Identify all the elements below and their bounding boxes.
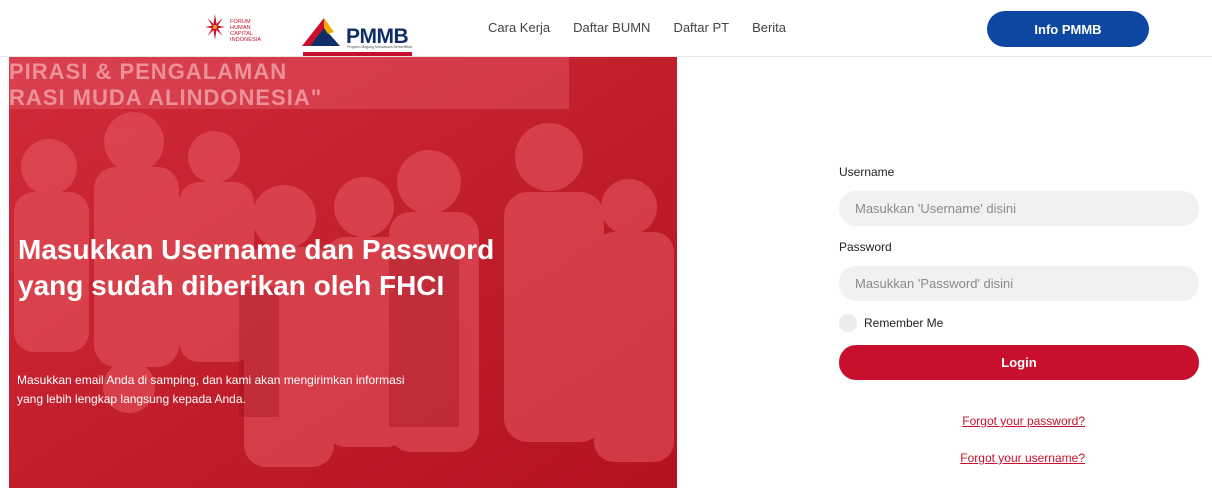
hero-banner-text-2: RASI MUDA ALINDONESIA" bbox=[9, 85, 323, 110]
recovery-links: Forgot your password? Forgot your userna… bbox=[839, 414, 1199, 465]
nav-cara-kerja[interactable]: Cara Kerja bbox=[488, 20, 550, 35]
nav-berita[interactable]: Berita bbox=[752, 20, 786, 35]
forgot-username-link[interactable]: Forgot your username? bbox=[839, 451, 1085, 465]
remember-me-checkbox[interactable] bbox=[839, 314, 857, 332]
fhci-logo[interactable]: FORUM HUMAN CAPITAL INDONESIA bbox=[202, 10, 270, 44]
remember-me[interactable]: Remember Me bbox=[839, 314, 1199, 332]
fhci-logo-text: FORUM HUMAN CAPITAL INDONESIA bbox=[230, 19, 262, 43]
nav-daftar-bumn[interactable]: Daftar BUMN bbox=[573, 20, 650, 35]
fhci-logo-icon bbox=[205, 14, 225, 40]
pmmb-logo-icon bbox=[302, 18, 340, 46]
login-button[interactable]: Login bbox=[839, 345, 1199, 380]
password-label: Password bbox=[839, 240, 892, 254]
hero-description: Masukkan email Anda di samping, dan kami… bbox=[17, 373, 405, 406]
nav-daftar-pt[interactable]: Daftar PT bbox=[673, 20, 729, 35]
username-input[interactable] bbox=[839, 191, 1199, 226]
hero-banner-text-1: PIRASI & PENGALAMAN bbox=[9, 59, 288, 84]
hero-banner: PIRASI & PENGALAMAN RASI MUDA ALINDONESI… bbox=[9, 57, 677, 488]
active-logo-underline bbox=[303, 52, 412, 56]
username-label: Username bbox=[839, 165, 895, 179]
pmmb-logo-subtitle: Program Magang Mahasiswa Bersertifikat bbox=[347, 45, 412, 49]
hero-title: Masukkan Username dan Password yang suda… bbox=[18, 234, 495, 301]
pmmb-logo[interactable]: PMMB Program Magang Mahasiswa Bersertifi… bbox=[300, 12, 412, 49]
top-navbar: FORUM HUMAN CAPITAL INDONESIA PMMB Progr… bbox=[0, 0, 1212, 57]
password-input[interactable] bbox=[839, 266, 1199, 301]
remember-me-label: Remember Me bbox=[864, 316, 944, 330]
main-nav: Cara Kerja Daftar BUMN Daftar PT Berita bbox=[488, 20, 809, 35]
forgot-password-link[interactable]: Forgot your password? bbox=[839, 414, 1085, 428]
login-form: Username Password Remember Me Login Forg… bbox=[839, 165, 1199, 488]
info-pmmb-button[interactable]: Info PMMB bbox=[987, 11, 1149, 47]
